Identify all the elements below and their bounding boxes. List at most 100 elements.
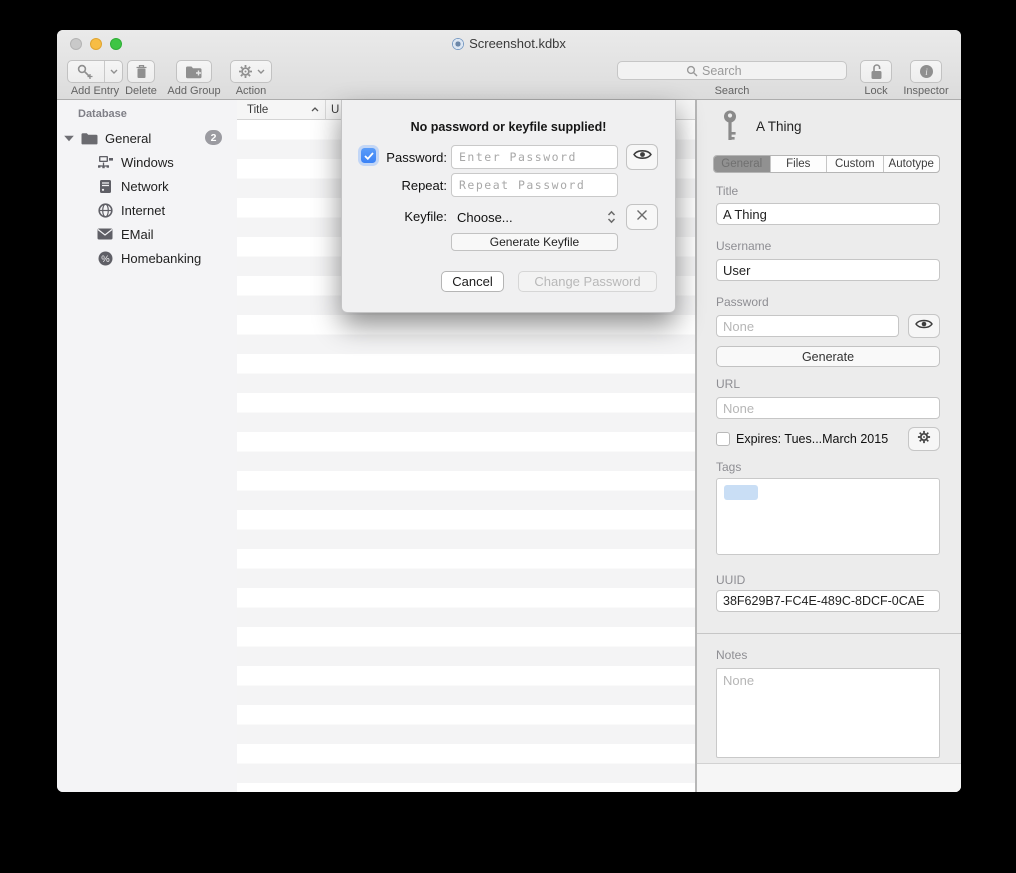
sidebar: Database General 2 Windows Network bbox=[57, 100, 237, 792]
repeat-password-input[interactable] bbox=[451, 173, 618, 197]
inspector-button[interactable]: i bbox=[910, 60, 942, 83]
repeat-field-label: Repeat: bbox=[361, 178, 447, 193]
svg-text:%: % bbox=[101, 253, 110, 264]
keyfile-field-label: Keyfile: bbox=[361, 209, 447, 224]
tags-box[interactable] bbox=[716, 478, 940, 555]
notes-textarea[interactable] bbox=[716, 668, 940, 758]
eye-icon bbox=[915, 317, 933, 335]
username-field[interactable] bbox=[716, 259, 940, 281]
change-password-button[interactable]: Change Password bbox=[518, 271, 657, 292]
window-title: Screenshot.kdbx bbox=[469, 36, 566, 51]
info-icon: i bbox=[919, 64, 934, 79]
sidebar-item-label: Internet bbox=[121, 203, 165, 218]
search-input[interactable] bbox=[702, 64, 822, 78]
key-plus-icon bbox=[68, 64, 104, 79]
sidebar-item-label: General bbox=[105, 131, 151, 146]
tags-label: Tags bbox=[716, 460, 741, 474]
envelope-icon bbox=[96, 225, 114, 243]
reveal-password-button[interactable] bbox=[626, 144, 658, 170]
search-label: Search bbox=[715, 85, 750, 97]
entry-header: A Thing bbox=[697, 100, 961, 155]
sidebar-item-email[interactable]: EMail bbox=[57, 222, 237, 246]
notes-label: Notes bbox=[716, 648, 747, 662]
keyfile-popup[interactable]: Choose... bbox=[451, 204, 618, 230]
expires-checkbox[interactable] bbox=[716, 432, 730, 446]
title-label: Title bbox=[716, 184, 738, 198]
entry-title: A Thing bbox=[756, 119, 802, 134]
uuid-field[interactable] bbox=[716, 590, 940, 612]
key-icon bbox=[723, 110, 738, 149]
generate-keyfile-button[interactable]: Generate Keyfile bbox=[451, 233, 618, 251]
eye-icon bbox=[633, 148, 652, 166]
title-field[interactable] bbox=[716, 203, 940, 225]
sheet-message: No password or keyfile supplied! bbox=[342, 120, 675, 134]
change-password-sheet: No password or keyfile supplied! Passwor… bbox=[341, 100, 676, 313]
disclosure-triangle-icon[interactable] bbox=[64, 135, 74, 141]
titlebar-toolbar: Screenshot.kdbx Add Entry Delete Add bbox=[57, 30, 961, 100]
add-group-label: Add Group bbox=[167, 85, 220, 97]
close-icon bbox=[636, 208, 648, 226]
action-label: Action bbox=[236, 85, 267, 97]
delete-label: Delete bbox=[125, 85, 157, 97]
inspector-label: Inspector bbox=[903, 85, 948, 97]
tab-custom[interactable]: Custom bbox=[827, 156, 884, 172]
globe-icon bbox=[96, 201, 114, 219]
inspector-footer bbox=[697, 763, 961, 792]
expires-label: Expires: Tues...March 2015 bbox=[736, 432, 888, 446]
gear-icon bbox=[917, 430, 931, 449]
unlock-icon bbox=[869, 63, 884, 80]
windows-network-icon bbox=[96, 153, 114, 171]
column-header-title[interactable]: Title bbox=[237, 104, 325, 116]
reveal-password-button[interactable] bbox=[908, 314, 940, 338]
password-label: Password bbox=[716, 295, 769, 309]
chevron-down-icon bbox=[257, 69, 265, 74]
sidebar-item-label: Network bbox=[121, 179, 169, 194]
enter-password-input[interactable] bbox=[451, 145, 618, 169]
add-entry-label: Add Entry bbox=[71, 85, 119, 97]
delete-button[interactable] bbox=[127, 60, 155, 83]
url-field[interactable] bbox=[716, 397, 940, 419]
sidebar-item-general[interactable]: General 2 bbox=[57, 126, 237, 150]
column-header-username[interactable]: U bbox=[326, 104, 339, 116]
trash-icon bbox=[135, 64, 148, 79]
add-group-button[interactable] bbox=[176, 60, 212, 83]
tab-files[interactable]: Files bbox=[771, 156, 828, 172]
count-badge: 2 bbox=[205, 130, 222, 145]
password-field-label: Password: bbox=[361, 150, 447, 165]
username-label: Username bbox=[716, 239, 771, 253]
clear-keyfile-button[interactable] bbox=[626, 204, 658, 230]
sidebar-item-windows[interactable]: Windows bbox=[57, 150, 237, 174]
sidebar-item-label: Windows bbox=[121, 155, 174, 170]
sidebar-item-network[interactable]: Network bbox=[57, 174, 237, 198]
tag-chip[interactable] bbox=[724, 485, 758, 500]
search-field[interactable] bbox=[617, 61, 847, 80]
window-title-area: Screenshot.kdbx bbox=[57, 36, 961, 51]
cancel-button[interactable]: Cancel bbox=[441, 271, 504, 292]
add-entry-button[interactable] bbox=[67, 60, 123, 83]
lock-button[interactable] bbox=[860, 60, 892, 83]
tab-general[interactable]: General bbox=[714, 156, 771, 172]
gear-icon bbox=[238, 64, 253, 79]
document-icon bbox=[452, 38, 464, 50]
generate-password-button[interactable]: Generate bbox=[716, 346, 940, 367]
column-username-label: U bbox=[331, 104, 339, 116]
sidebar-item-label: EMail bbox=[121, 227, 154, 242]
chevron-down-icon[interactable] bbox=[105, 69, 122, 74]
keyfile-selected-value: Choose... bbox=[451, 210, 513, 225]
expires-row: Expires: Tues...March 2015 bbox=[716, 430, 940, 448]
inspector-tabs: General Files Custom Autotype bbox=[713, 155, 940, 173]
server-icon bbox=[96, 177, 114, 195]
sidebar-item-label: Homebanking bbox=[121, 251, 201, 266]
password-field[interactable] bbox=[716, 315, 899, 337]
sidebar-item-homebanking[interactable]: % Homebanking bbox=[57, 246, 237, 270]
percent-circle-icon: % bbox=[96, 249, 114, 267]
sort-ascending-icon bbox=[311, 107, 319, 112]
column-title-label: Title bbox=[247, 104, 268, 116]
action-button[interactable] bbox=[230, 60, 272, 83]
tab-autotype[interactable]: Autotype bbox=[884, 156, 940, 172]
folder-icon bbox=[80, 129, 98, 147]
expires-options-button[interactable] bbox=[908, 427, 940, 451]
section-divider bbox=[697, 633, 961, 634]
sidebar-item-internet[interactable]: Internet bbox=[57, 198, 237, 222]
sidebar-section-header: Database bbox=[78, 108, 127, 120]
